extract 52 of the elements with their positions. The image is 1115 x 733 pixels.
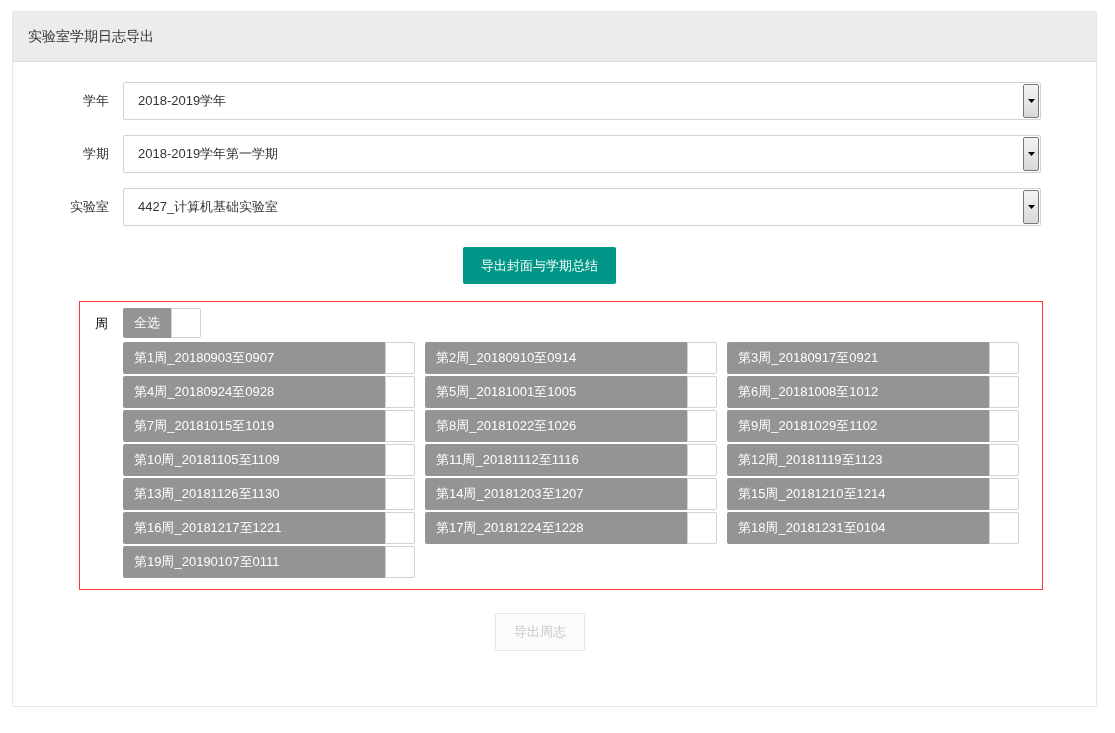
- checkbox[interactable]: [687, 512, 717, 544]
- panel-title: 实验室学期日志导出: [28, 27, 154, 46]
- week-label: 周: [94, 315, 109, 333]
- checkbox[interactable]: [687, 342, 717, 374]
- export-cover-button[interactable]: 导出封面与学期总结: [463, 247, 616, 284]
- week-option-label[interactable]: 第8周_20181022至1026: [425, 410, 687, 442]
- checkbox[interactable]: [687, 444, 717, 476]
- week-option-label[interactable]: 第7周_20181015至1019: [123, 410, 385, 442]
- select-value: 4427_计算机基础实验室: [138, 198, 279, 217]
- checkbox[interactable]: [989, 512, 1019, 544]
- checkbox[interactable]: [989, 478, 1019, 510]
- week-option-label[interactable]: 第10周_20181105至1109: [123, 444, 385, 476]
- week-option-label[interactable]: 第18周_20181231至0104: [727, 512, 989, 544]
- checkbox[interactable]: [385, 478, 415, 510]
- checkbox[interactable]: [989, 444, 1019, 476]
- select-field[interactable]: 2018-2019学年第一学期: [123, 135, 1041, 173]
- week-option-label[interactable]: 第3周_20180917至0921: [727, 342, 989, 374]
- week-option-label[interactable]: 第2周_20180910至0914: [425, 342, 687, 374]
- week-option-label[interactable]: 第4周_20180924至0928: [123, 376, 385, 408]
- field-label: 学期: [82, 145, 109, 164]
- week-option-label[interactable]: 第1周_20180903至0907: [123, 342, 385, 374]
- checkbox[interactable]: [989, 410, 1019, 442]
- week-option-label[interactable]: 第12周_20181119至1123: [727, 444, 989, 476]
- checkbox[interactable]: [171, 308, 201, 338]
- checkbox[interactable]: [687, 410, 717, 442]
- checkbox[interactable]: [385, 342, 415, 374]
- checkbox[interactable]: [385, 444, 415, 476]
- select-field[interactable]: 4427_计算机基础实验室: [123, 188, 1041, 226]
- select-field[interactable]: 2018-2019学年: [123, 82, 1041, 120]
- week-option-label[interactable]: 第17周_20181224至1228: [425, 512, 687, 544]
- checkbox[interactable]: [385, 410, 415, 442]
- week-option-label[interactable]: 第19周_20190107至0111: [123, 546, 385, 578]
- select-all-label[interactable]: 全选: [123, 308, 171, 338]
- field-label: 实验室: [69, 198, 109, 217]
- week-option-label[interactable]: 第11周_20181112至1116: [425, 444, 687, 476]
- select-value: 2018-2019学年第一学期: [138, 145, 279, 164]
- week-option-label[interactable]: 第14周_20181203至1207: [425, 478, 687, 510]
- checkbox[interactable]: [687, 478, 717, 510]
- week-option-label[interactable]: 第5周_20181001至1005: [425, 376, 687, 408]
- checkbox[interactable]: [989, 376, 1019, 408]
- field-label: 学年: [82, 92, 109, 111]
- checkbox[interactable]: [989, 342, 1019, 374]
- checkbox[interactable]: [385, 376, 415, 408]
- week-option-label[interactable]: 第13周_20181126至1130: [123, 478, 385, 510]
- week-option-label[interactable]: 第15周_20181210至1214: [727, 478, 989, 510]
- week-option-label[interactable]: 第9周_20181029至1102: [727, 410, 989, 442]
- checkbox[interactable]: [385, 546, 415, 578]
- checkbox[interactable]: [687, 376, 717, 408]
- week-option-label[interactable]: 第16周_20181217至1221: [123, 512, 385, 544]
- checkbox[interactable]: [385, 512, 415, 544]
- select-value: 2018-2019学年: [138, 92, 227, 111]
- week-option-label[interactable]: 第6周_20181008至1012: [727, 376, 989, 408]
